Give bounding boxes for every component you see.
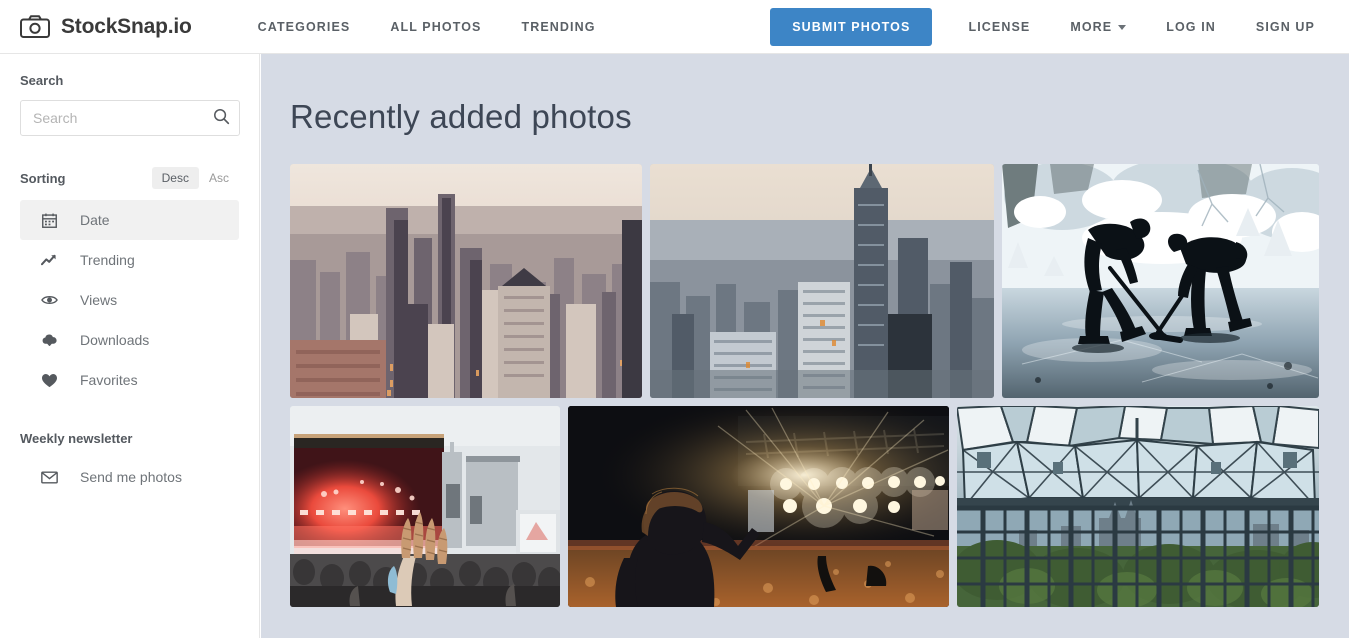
sidebar-item-date[interactable]: Date <box>20 200 239 240</box>
page-title: Recently added photos <box>290 98 632 135</box>
sidebar-item-downloads[interactable]: Downloads <box>20 320 239 360</box>
camera-icon <box>20 15 50 38</box>
nav-link-sign-up[interactable]: SIGN UP <box>1236 20 1335 34</box>
nav-link-more-label: MORE <box>1070 20 1113 34</box>
photo-concert-night[interactable] <box>568 406 949 607</box>
photo-pond-hockey[interactable] <box>1002 164 1319 398</box>
sidebar-item-favorites-label: Favorites <box>80 372 138 388</box>
photo-city-aerial-dusk[interactable] <box>290 164 642 398</box>
sorting-heading: Sorting <box>20 170 66 186</box>
nav-link-categories[interactable]: CATEGORIES <box>238 20 371 34</box>
photo-city-skyscrapers[interactable] <box>650 164 994 398</box>
eye-icon <box>40 291 58 309</box>
calendar-icon <box>40 211 58 229</box>
top-navigation-bar: StockSnap.io CATEGORIES ALL PHOTOS TREND… <box>0 0 1349 54</box>
sort-order-desc-toggle[interactable]: Desc <box>151 167 199 189</box>
brand-logo[interactable]: StockSnap.io <box>20 15 192 39</box>
photo-festival-crowd[interactable] <box>290 406 560 607</box>
envelope-icon <box>40 468 58 486</box>
sort-order-asc-toggle[interactable]: Asc <box>199 167 239 189</box>
nav-link-log-in[interactable]: LOG IN <box>1146 20 1236 34</box>
photo-grid <box>290 164 1349 607</box>
nav-link-trending[interactable]: TRENDING <box>501 20 615 34</box>
magnifier-icon <box>213 108 230 128</box>
search-field-wrapper <box>20 100 240 136</box>
sidebar-item-send-me-photos[interactable]: Send me photos <box>20 457 239 497</box>
sidebar-item-trending-label: Trending <box>80 252 135 268</box>
search-input[interactable] <box>20 100 240 136</box>
search-submit-button[interactable] <box>211 108 231 128</box>
brand-name: StockSnap.io <box>61 14 192 38</box>
chevron-down-icon <box>1118 25 1127 31</box>
sidebar-item-send-me-photos-label: Send me photos <box>80 469 182 485</box>
main-content: Recently added photos <box>261 54 1349 638</box>
sidebar-item-downloads-label: Downloads <box>80 332 150 348</box>
photo-glass-pavilion[interactable] <box>957 406 1319 607</box>
nav-link-more[interactable]: MORE <box>1050 20 1146 34</box>
photo-grid-row <box>290 406 1349 607</box>
sidebar-item-views[interactable]: Views <box>20 280 239 320</box>
newsletter-section-heading: Weekly newsletter <box>20 431 133 446</box>
sidebar-item-views-label: Views <box>80 292 118 308</box>
cloud-download-icon <box>40 331 58 349</box>
heart-icon <box>40 371 58 389</box>
search-section-heading: Search <box>20 73 64 88</box>
newsletter-list: Send me photos <box>0 457 259 497</box>
sidebar-item-trending[interactable]: Trending <box>20 240 239 280</box>
nav-link-license[interactable]: LICENSE <box>948 20 1050 34</box>
primary-nav-links: CATEGORIES ALL PHOTOS TRENDING <box>238 20 616 34</box>
submit-photos-button[interactable]: SUBMIT PHOTOS <box>770 8 933 46</box>
sort-options-list: Date Trending Views Downloads Favorites <box>0 200 259 400</box>
photo-grid-row <box>290 164 1349 398</box>
sorting-section-header: Sorting Desc Asc <box>20 167 239 189</box>
sidebar-item-favorites[interactable]: Favorites <box>20 360 239 400</box>
nav-link-all-photos[interactable]: ALL PHOTOS <box>370 20 501 34</box>
trend-arrow-icon <box>40 251 58 269</box>
secondary-nav-links: SUBMIT PHOTOS LICENSE MORE LOG IN SIGN U… <box>770 0 1335 54</box>
sidebar: Search Sorting Desc Asc <box>0 54 260 638</box>
sidebar-item-date-label: Date <box>80 212 110 228</box>
